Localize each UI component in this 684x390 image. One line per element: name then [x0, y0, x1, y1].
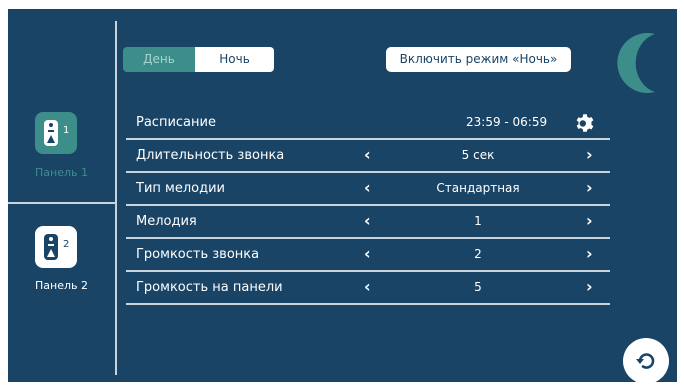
melody-row: Мелодия ‹ 1 ›: [126, 206, 610, 239]
schedule-time: 23:59 - 06:59: [466, 115, 548, 129]
chevron-left-icon[interactable]: ‹: [364, 277, 371, 296]
chevron-right-icon[interactable]: ›: [586, 244, 593, 263]
chevron-left-icon[interactable]: ‹: [364, 145, 371, 164]
doorbell-panel-icon: [44, 234, 58, 260]
tab-night[interactable]: Ночь: [195, 47, 274, 72]
sidebar-divider: [8, 202, 115, 204]
ring-duration-row: Длительность звонка ‹ 5 сек ›: [126, 140, 610, 173]
tab-day[interactable]: День: [123, 47, 195, 72]
schedule-label: Расписание: [136, 115, 216, 130]
setting-label: Мелодия: [136, 214, 197, 229]
panel-volume-row: Громкость на панели ‹ 5 ›: [126, 272, 610, 305]
back-arrow-icon: [636, 353, 655, 369]
moon-icon: [617, 33, 655, 93]
doorbell-panel-icon: [44, 120, 58, 146]
panel-2-label: Панель 2: [35, 279, 88, 292]
panel-1-label: Панель 1: [35, 166, 88, 179]
intercom-screen: 1 Панель 1 2 Панель 2 День Ночь Включить…: [8, 9, 677, 384]
gear-icon[interactable]: [574, 112, 596, 134]
panel-1-button[interactable]: 1: [35, 112, 77, 154]
enable-night-mode-button[interactable]: Включить режим «Ночь»: [386, 47, 571, 72]
settings-list: Расписание 23:59 - 06:59 Длительность зв…: [126, 107, 610, 305]
setting-value: 5: [474, 280, 482, 294]
panel-number: 1: [63, 125, 70, 136]
setting-value: Стандартная: [436, 181, 520, 195]
chevron-left-icon[interactable]: ‹: [364, 244, 371, 263]
back-button[interactable]: [623, 338, 669, 384]
setting-value: 1: [474, 214, 482, 228]
setting-label: Тип мелодии: [136, 181, 225, 196]
chevron-left-icon[interactable]: ‹: [364, 178, 371, 197]
panel-2-button[interactable]: 2: [35, 226, 77, 268]
setting-value: 5 сек: [461, 148, 495, 162]
chevron-right-icon[interactable]: ›: [586, 277, 593, 296]
setting-label: Длительность звонка: [136, 148, 285, 163]
schedule-row[interactable]: Расписание 23:59 - 06:59: [126, 107, 610, 140]
day-night-toggle: День Ночь: [123, 47, 274, 72]
chevron-right-icon[interactable]: ›: [586, 211, 593, 230]
ring-volume-row: Громкость звонка ‹ 2 ›: [126, 239, 610, 272]
chevron-left-icon[interactable]: ‹: [364, 211, 371, 230]
setting-value: 2: [474, 247, 482, 261]
vertical-divider: [115, 21, 117, 375]
setting-label: Громкость звонка: [136, 247, 260, 262]
chevron-right-icon[interactable]: ›: [586, 145, 593, 164]
chevron-right-icon[interactable]: ›: [586, 178, 593, 197]
setting-label: Громкость на панели: [136, 280, 283, 295]
melody-type-row: Тип мелодии ‹ Стандартная ›: [126, 173, 610, 206]
panel-number: 2: [63, 239, 70, 250]
